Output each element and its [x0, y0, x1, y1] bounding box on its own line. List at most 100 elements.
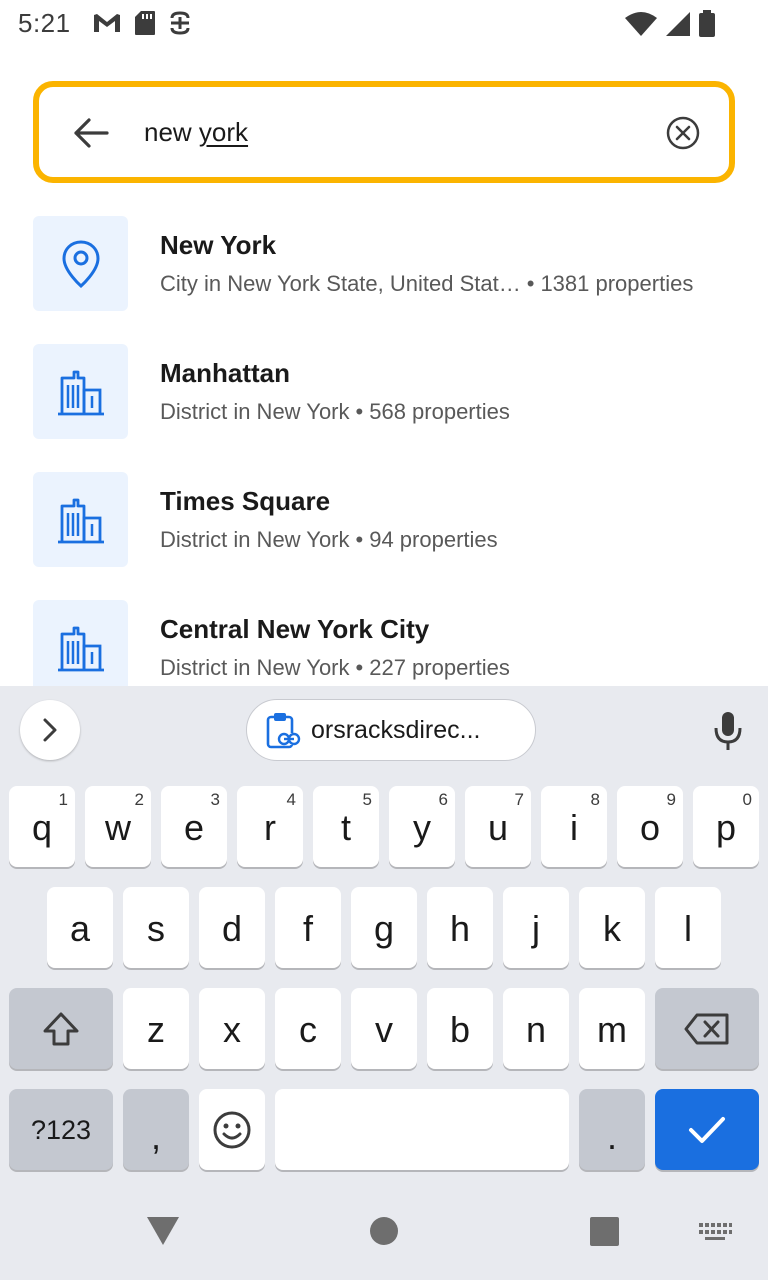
key-hint: 0: [742, 790, 752, 809]
cell-signal-icon: [666, 12, 690, 36]
home-nav-icon[interactable]: [369, 1216, 399, 1246]
status-icons-right: [624, 10, 716, 38]
key-label: ,: [150, 1115, 161, 1157]
search-query-composing: york: [198, 117, 249, 147]
key-g[interactable]: g: [351, 887, 417, 968]
key-w[interactable]: 2w: [85, 786, 151, 867]
key-y[interactable]: 6y: [389, 786, 455, 867]
key-label: v: [375, 1008, 393, 1050]
status-icons-left: [92, 10, 192, 36]
buildings-icon: [57, 370, 104, 415]
key-p[interactable]: 0p: [693, 786, 759, 867]
key-label: f: [302, 907, 313, 949]
chevron-right-icon: [43, 718, 57, 742]
key-label: k: [603, 907, 621, 949]
keyboard-toolbar: orsracksdirec...: [0, 686, 768, 776]
key-x[interactable]: x: [199, 988, 265, 1069]
key-hint: 7: [514, 790, 524, 809]
result-title: New York: [160, 230, 277, 260]
key-z[interactable]: z: [123, 988, 189, 1069]
shift-key[interactable]: [9, 988, 113, 1069]
key-a[interactable]: a: [47, 887, 113, 968]
result-count: 94 properties: [369, 527, 498, 552]
key-hint: 5: [362, 790, 372, 809]
clear-search-button[interactable]: [665, 115, 701, 151]
navigation-bar: [0, 1180, 768, 1280]
keyboard-expand-button[interactable]: [20, 700, 80, 760]
key-i[interactable]: 8i: [541, 786, 607, 867]
key-label: i: [570, 806, 578, 848]
sd-card-icon: [135, 11, 155, 35]
result-separator: •: [355, 655, 364, 680]
key-hint: 8: [590, 790, 600, 809]
result-title: Times Square: [160, 486, 331, 516]
recents-nav-icon[interactable]: [590, 1217, 620, 1247]
enter-key[interactable]: [655, 1089, 759, 1170]
result-item[interactable]: Times Square District in New York • 94 p…: [33, 472, 735, 568]
key-t[interactable]: 5t: [313, 786, 379, 867]
key-k[interactable]: k: [579, 887, 645, 968]
result-item[interactable]: Manhattan District in New York • 568 pro…: [33, 344, 735, 440]
microphone-icon: [714, 712, 742, 750]
comma-key[interactable]: ,: [123, 1089, 189, 1170]
result-description: District in New York: [160, 655, 350, 680]
key-label: s: [147, 907, 165, 949]
key-label: d: [221, 907, 243, 949]
result-subtitle: City in New York State, United Stat… • 1…: [160, 271, 693, 297]
period-key[interactable]: .: [579, 1089, 645, 1170]
result-count: 1381 properties: [540, 271, 694, 296]
search-box[interactable]: new york: [33, 81, 735, 183]
status-bar: 5:21: [0, 0, 768, 50]
result-item[interactable]: New York City in New York State, United …: [33, 216, 735, 312]
key-j[interactable]: j: [503, 887, 569, 968]
key-s[interactable]: s: [123, 887, 189, 968]
key-m[interactable]: m: [579, 988, 645, 1069]
result-title: Manhattan: [160, 358, 290, 388]
key-d[interactable]: d: [199, 887, 265, 968]
search-input[interactable]: new york: [144, 117, 248, 148]
shift-icon: [43, 1012, 79, 1045]
emoji-key[interactable]: [199, 1089, 265, 1170]
key-label: h: [449, 907, 471, 949]
key-label: l: [684, 907, 692, 949]
result-count: 568 properties: [369, 399, 510, 424]
key-e[interactable]: 3e: [161, 786, 227, 867]
result-count: 227 properties: [369, 655, 510, 680]
back-nav-icon[interactable]: [146, 1216, 180, 1246]
key-hint: 3: [210, 790, 220, 809]
key-r[interactable]: 4r: [237, 786, 303, 867]
key-label: m: [597, 1008, 627, 1050]
key-v[interactable]: v: [351, 988, 417, 1069]
result-subtitle: District in New York • 94 properties: [160, 527, 498, 553]
key-hint: 9: [666, 790, 676, 809]
key-label: b: [449, 1008, 471, 1050]
result-icon-box: [33, 344, 128, 439]
symbols-key[interactable]: ?123: [9, 1089, 113, 1170]
key-label: u: [487, 806, 509, 848]
key-c[interactable]: c: [275, 988, 341, 1069]
key-u[interactable]: 7u: [465, 786, 531, 867]
key-label: e: [183, 806, 205, 848]
backspace-key[interactable]: [655, 988, 759, 1069]
clipboard-chip-label: orsracksdirec...: [311, 715, 481, 744]
back-button[interactable]: [69, 111, 113, 155]
clipboard-suggestion-chip[interactable]: orsracksdirec...: [246, 699, 536, 761]
key-o[interactable]: 9o: [617, 786, 683, 867]
result-item[interactable]: Central New York City District in New Yo…: [33, 600, 735, 696]
key-l[interactable]: l: [655, 887, 721, 968]
keyboard-switch-icon[interactable]: [698, 1222, 732, 1242]
space-key[interactable]: [275, 1089, 569, 1170]
key-f[interactable]: f: [275, 887, 341, 968]
screen: 5:21 new york New York City in New York …: [0, 0, 768, 1280]
backspace-icon: [684, 1013, 729, 1044]
key-hint: 4: [286, 790, 296, 809]
key-n[interactable]: n: [503, 988, 569, 1069]
key-q[interactable]: 1q: [9, 786, 75, 867]
voice-input-button[interactable]: [708, 706, 748, 756]
key-h[interactable]: h: [427, 887, 493, 968]
key-label: w: [105, 806, 131, 848]
key-label: x: [223, 1008, 241, 1050]
key-b[interactable]: b: [427, 988, 493, 1069]
arrow-left-icon: [74, 118, 109, 148]
search-query-text: new: [144, 117, 199, 147]
